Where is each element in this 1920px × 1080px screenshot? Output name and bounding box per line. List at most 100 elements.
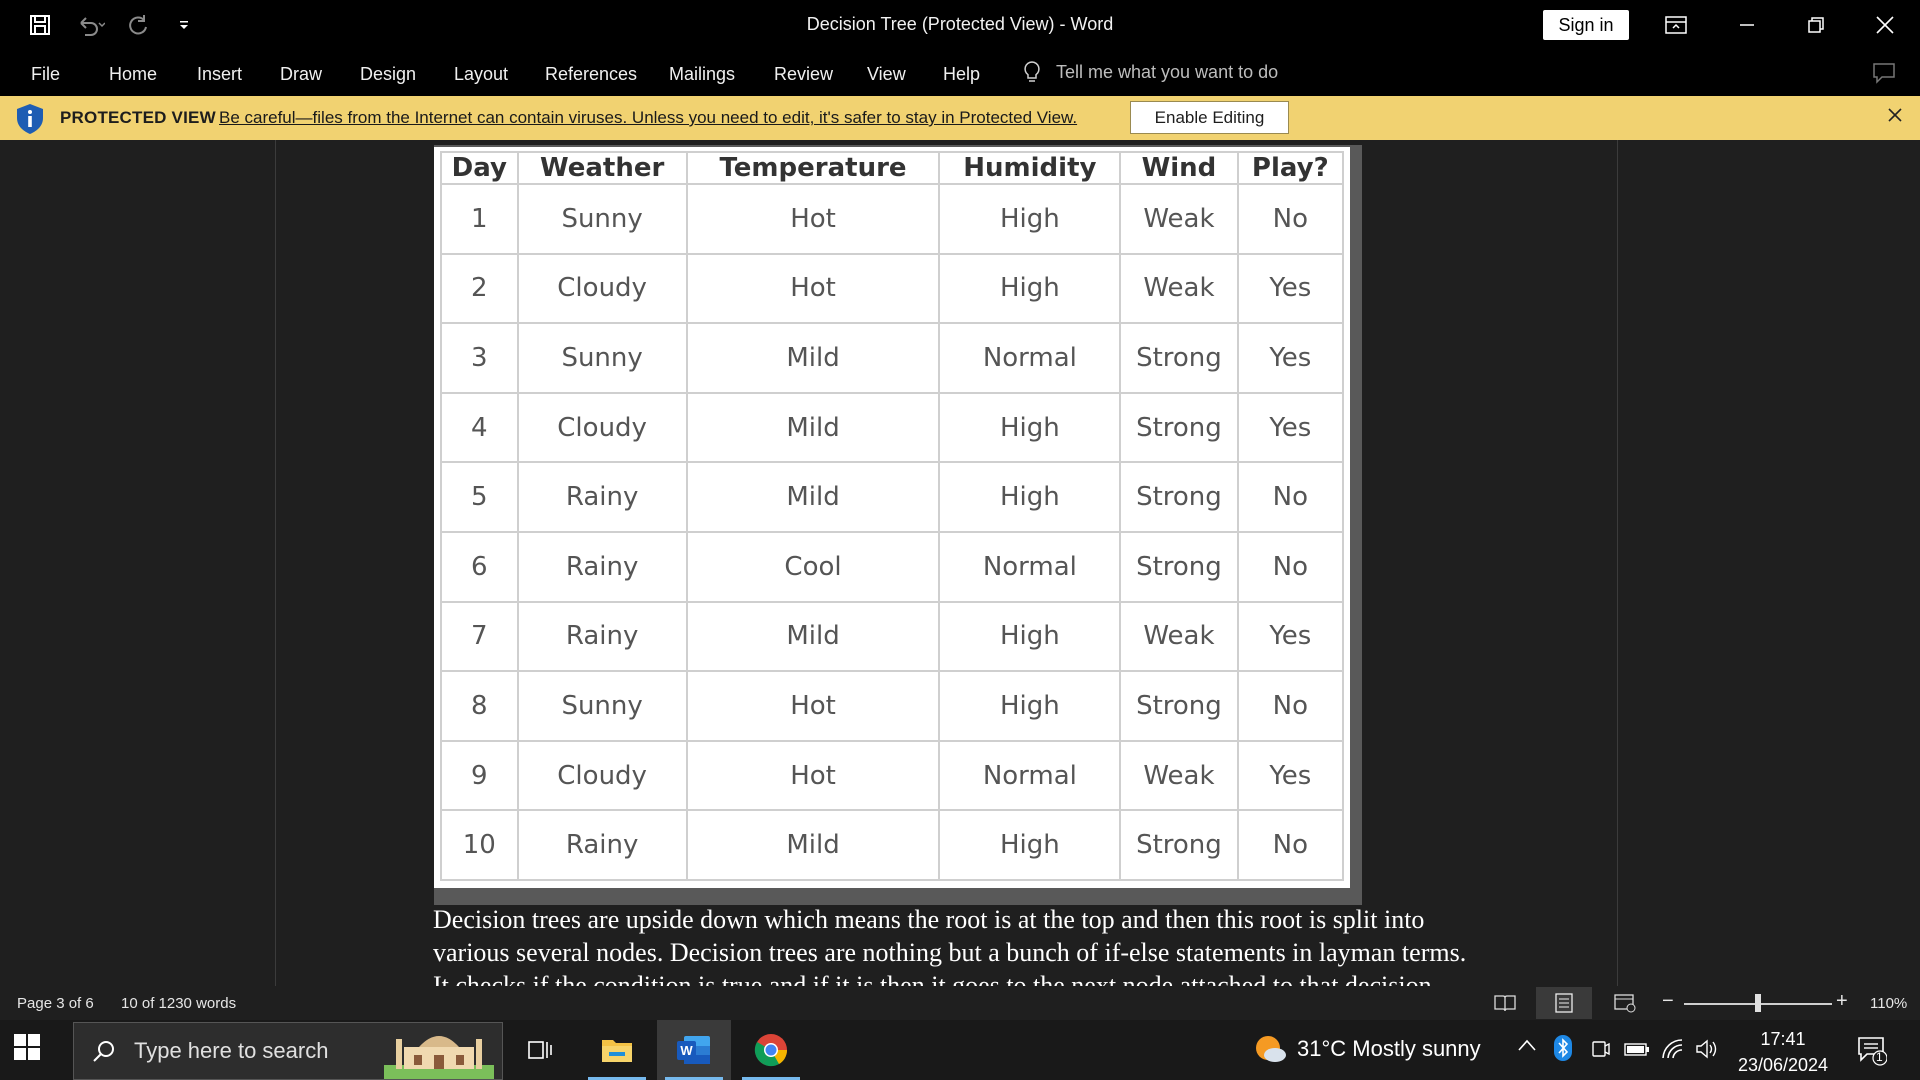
- comments-icon[interactable]: [1872, 62, 1896, 89]
- column-header-temperature: Temperature: [685, 151, 941, 185]
- cell: 8: [440, 670, 519, 742]
- tab-design[interactable]: Design: [360, 64, 416, 85]
- battery-icon[interactable]: [1624, 1038, 1650, 1065]
- cell: 6: [440, 530, 519, 603]
- table-row: 9 Cloudy Hot Normal Weak Yes: [440, 739, 1345, 812]
- wifi-icon[interactable]: [1660, 1038, 1684, 1065]
- tab-help[interactable]: Help: [943, 64, 980, 85]
- tab-mailings[interactable]: Mailings: [669, 64, 735, 85]
- cell: High: [938, 600, 1122, 673]
- redo-icon[interactable]: [120, 7, 156, 43]
- cell: Normal: [938, 739, 1122, 812]
- tab-home[interactable]: Home: [109, 64, 157, 85]
- volume-icon[interactable]: [1695, 1038, 1719, 1065]
- cell: Yes: [1236, 322, 1345, 394]
- cell: No: [1236, 183, 1345, 255]
- table-row: 1 Sunny Hot High Weak No: [440, 183, 1345, 255]
- word-count[interactable]: 10 of 1230 words: [121, 995, 236, 1012]
- cell: Mild: [685, 461, 941, 533]
- tab-insert[interactable]: Insert: [197, 64, 242, 85]
- tab-draw[interactable]: Draw: [280, 64, 322, 85]
- table-row: 2 Cloudy Hot High Weak Yes: [440, 252, 1345, 325]
- zoom-out-icon[interactable]: −: [1662, 990, 1674, 1013]
- taskbar-clock[interactable]: 17:41 23/06/2024: [1718, 1026, 1848, 1078]
- cell: Hot: [685, 739, 941, 812]
- protected-view-message-link[interactable]: Be careful—files from the Internet can c…: [219, 108, 1077, 128]
- task-view-icon[interactable]: [503, 1020, 577, 1080]
- column-header-wind: Wind: [1119, 151, 1239, 185]
- cell: Strong: [1119, 530, 1239, 603]
- chrome-icon[interactable]: [734, 1020, 808, 1080]
- file-explorer-icon[interactable]: [580, 1020, 654, 1080]
- meet-now-icon[interactable]: [1590, 1038, 1610, 1065]
- cell: Strong: [1119, 391, 1239, 464]
- print-layout-icon[interactable]: [1536, 987, 1592, 1019]
- cell: Mild: [685, 391, 941, 464]
- close-icon[interactable]: [1850, 0, 1920, 50]
- tell-me-search[interactable]: Tell me what you want to do: [1022, 60, 1278, 84]
- cell: Weak: [1119, 183, 1239, 255]
- table-row: 8 Sunny Hot High Strong No: [440, 670, 1345, 742]
- tab-layout[interactable]: Layout: [454, 64, 508, 85]
- cell: No: [1236, 809, 1345, 881]
- body-paragraph[interactable]: Decision trees are upside down which mea…: [433, 903, 1473, 986]
- undo-icon[interactable]: [72, 7, 108, 43]
- cell: Rainy: [516, 809, 688, 881]
- cell: Weak: [1119, 252, 1239, 325]
- table-header-row: Day Weather Temperature Humidity Wind Pl…: [440, 151, 1345, 185]
- tab-view[interactable]: View: [867, 64, 906, 85]
- quick-access-toolbar: [0, 0, 202, 50]
- enable-editing-button[interactable]: Enable Editing: [1130, 101, 1289, 134]
- ribbon-display-options-icon[interactable]: [1641, 0, 1711, 50]
- save-icon[interactable]: [22, 7, 58, 43]
- cell: Sunny: [516, 670, 688, 742]
- customize-qat-icon[interactable]: [166, 7, 202, 43]
- cell: Yes: [1236, 252, 1345, 325]
- cell: 10: [440, 809, 519, 881]
- cell: Strong: [1119, 461, 1239, 533]
- notifications-icon[interactable]: 1: [1857, 1036, 1888, 1071]
- weather-widget[interactable]: 31°C Mostly sunny: [1253, 1034, 1481, 1064]
- document-canvas[interactable]: Day Weather Temperature Humidity Wind Pl…: [0, 140, 1920, 986]
- cell: 9: [440, 739, 519, 812]
- tab-references[interactable]: References: [545, 64, 637, 85]
- data-table: Day Weather Temperature Humidity Wind Pl…: [440, 151, 1345, 881]
- restore-icon[interactable]: [1781, 0, 1851, 50]
- tab-file[interactable]: File: [31, 64, 60, 85]
- zoom-in-icon[interactable]: +: [1836, 990, 1848, 1013]
- web-layout-icon[interactable]: [1614, 993, 1636, 1017]
- cell: Yes: [1236, 739, 1345, 812]
- cell: 1: [440, 183, 519, 255]
- show-hidden-icons-chevron-icon[interactable]: [1517, 1038, 1537, 1057]
- shield-info-icon: [15, 103, 45, 140]
- cell: Rainy: [516, 600, 688, 673]
- zoom-slider-thumb[interactable]: [1755, 994, 1761, 1012]
- bluetooth-icon[interactable]: [1554, 1035, 1572, 1066]
- cell: Hot: [685, 183, 941, 255]
- cell: Strong: [1119, 670, 1239, 742]
- title-bar: Decision Tree (Protected View) - Word Si…: [0, 0, 1920, 50]
- cell: High: [938, 809, 1122, 881]
- status-bar: Page 3 of 6 10 of 1230 words − + 110%: [0, 986, 1920, 1020]
- zoom-level[interactable]: 110%: [1870, 995, 1907, 1012]
- cell: 2: [440, 252, 519, 325]
- page-count[interactable]: Page 3 of 6: [17, 995, 94, 1012]
- windows-start-icon[interactable]: [14, 1034, 40, 1065]
- table-row: 7 Rainy Mild High Weak Yes: [440, 600, 1345, 673]
- table-row: 6 Rainy Cool Normal Strong No: [440, 530, 1345, 603]
- word-taskbar-icon[interactable]: W: [657, 1020, 731, 1080]
- cell: 7: [440, 600, 519, 673]
- document-page[interactable]: Day Weather Temperature Humidity Wind Pl…: [275, 140, 1618, 986]
- cell: Sunny: [516, 322, 688, 394]
- sign-in-button[interactable]: Sign in: [1543, 10, 1629, 40]
- minimize-icon[interactable]: [1712, 0, 1782, 50]
- tab-review[interactable]: Review: [774, 64, 833, 85]
- close-icon[interactable]: [1886, 106, 1904, 129]
- column-header-day: Day: [440, 151, 519, 185]
- cell: Rainy: [516, 530, 688, 603]
- protected-view-bar: PROTECTED VIEW Be careful—files from the…: [0, 96, 1920, 140]
- cell: Mild: [685, 809, 941, 881]
- read-mode-icon[interactable]: [1494, 993, 1516, 1017]
- taskbar-search-box[interactable]: Type here to search: [73, 1022, 503, 1080]
- cell: Cloudy: [516, 252, 688, 325]
